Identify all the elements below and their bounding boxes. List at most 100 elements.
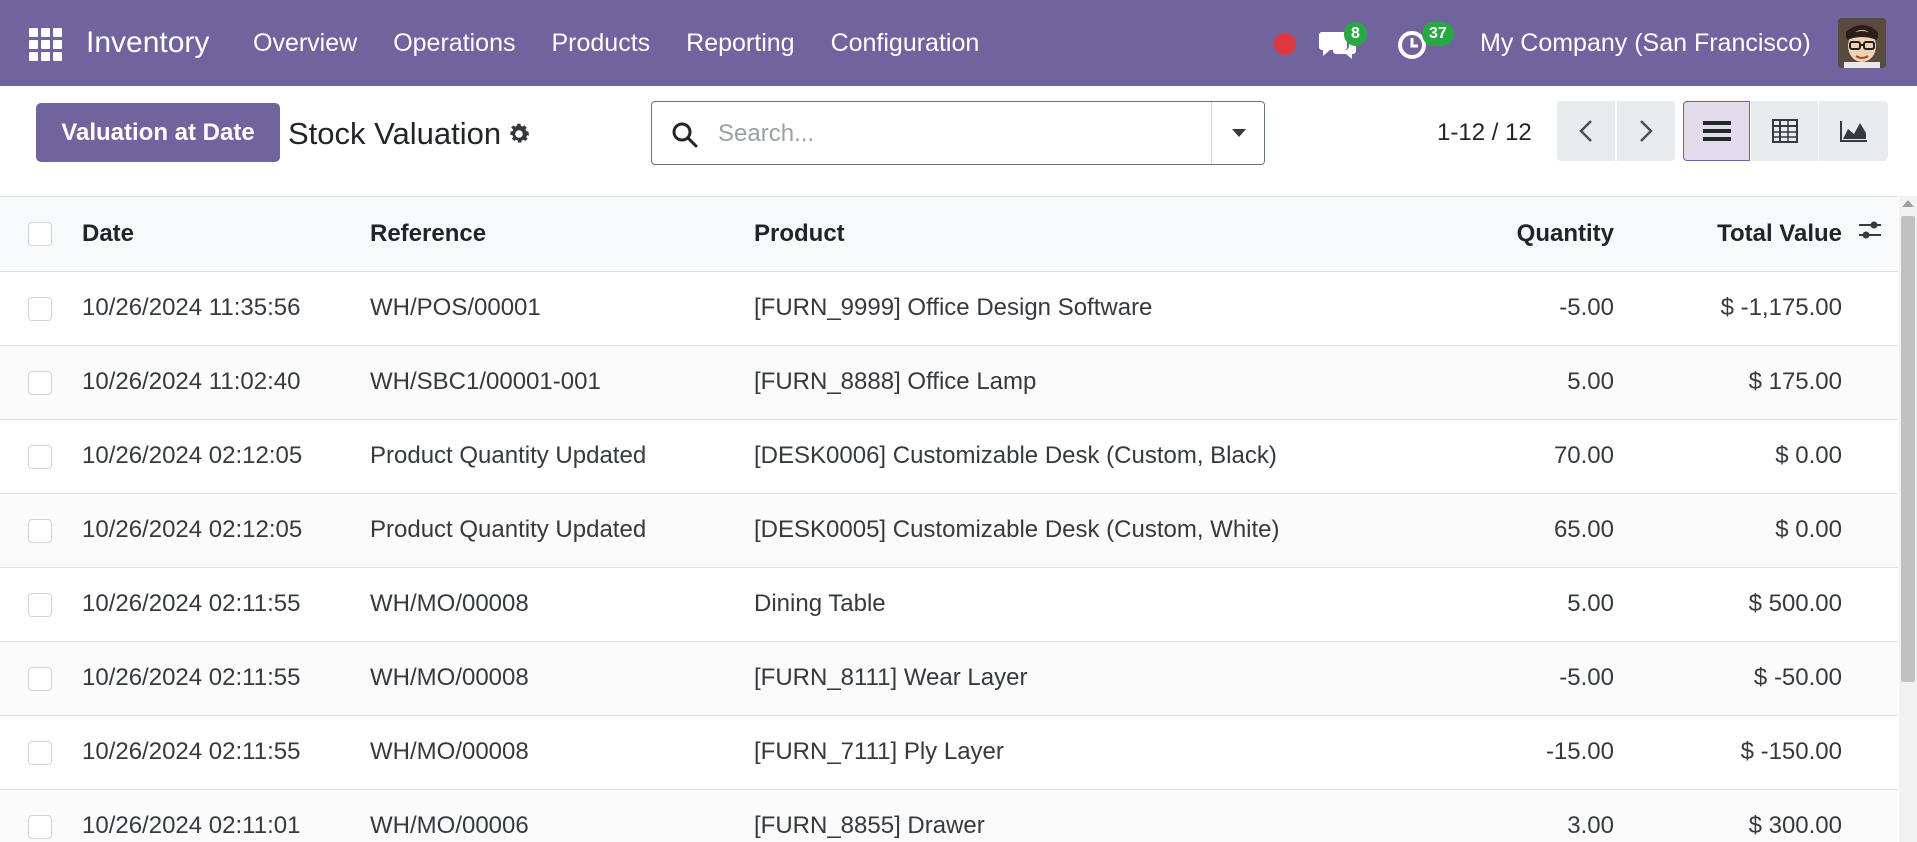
column-header-date[interactable]: Date: [80, 197, 370, 272]
user-avatar-icon[interactable]: [1838, 18, 1886, 68]
cell-product: [FURN_8111] Wear Layer: [754, 641, 1334, 716]
optional-columns-toggle[interactable]: [1842, 197, 1898, 272]
cell-quantity: -15.00: [1334, 715, 1622, 790]
cell-reference: WH/MO/00008: [370, 567, 754, 642]
list-view-button[interactable]: [1683, 101, 1750, 161]
cell-total-value: $ -150.00: [1622, 715, 1842, 790]
row-select-cell: [0, 419, 80, 494]
row-select-cell: [0, 641, 80, 716]
row-checkbox[interactable]: [28, 666, 52, 691]
app-title[interactable]: Inventory: [86, 25, 209, 61]
cell-total-value: $ 0.00: [1622, 419, 1842, 494]
row-checkbox[interactable]: [28, 518, 52, 543]
row-select-cell: [0, 345, 80, 420]
row-checkbox[interactable]: [28, 814, 52, 839]
menu-operations[interactable]: Operations: [393, 26, 515, 60]
cell-quantity: 5.00: [1334, 567, 1622, 642]
cell-date: 10/26/2024 02:11:55: [80, 641, 370, 716]
graph-view-button[interactable]: [1819, 101, 1888, 161]
sliders-icon: [1859, 221, 1881, 239]
cell-reference: WH/POS/00001: [370, 271, 754, 346]
select-all-checkbox[interactable]: [28, 222, 52, 247]
table-row[interactable]: 10/26/2024 02:11:01 WH/MO/00006 [FURN_88…: [0, 789, 1898, 842]
cell-date: 10/26/2024 11:02:40: [80, 345, 370, 420]
table-row[interactable]: 10/26/2024 02:11:55 WH/MO/00008 Dining T…: [0, 567, 1898, 642]
cell-product: [FURN_7111] Ply Layer: [754, 715, 1334, 790]
row-select-cell: [0, 493, 80, 568]
cell-total-value: $ 500.00: [1622, 567, 1842, 642]
pivot-table-icon: [1771, 119, 1798, 143]
column-header-total-value[interactable]: Total Value: [1622, 197, 1842, 272]
pivot-view-button[interactable]: [1751, 101, 1818, 161]
cell-quantity: 3.00: [1334, 789, 1622, 842]
scrollbar-thumb[interactable]: [1901, 216, 1915, 682]
cell-reference: WH/SBC1/00001-001: [370, 345, 754, 420]
cell-spacer: [1842, 567, 1898, 642]
caret-down-icon: [1231, 129, 1246, 137]
table-header-row: Date Reference Product Quantity Total Va…: [0, 197, 1898, 272]
table-row[interactable]: 10/26/2024 02:12:05 Product Quantity Upd…: [0, 419, 1898, 494]
menu-reporting[interactable]: Reporting: [686, 26, 794, 60]
row-select-cell: [0, 789, 80, 842]
table-row[interactable]: 10/26/2024 11:02:40 WH/SBC1/00001-001 [F…: [0, 345, 1898, 420]
menu-products[interactable]: Products: [551, 26, 650, 60]
cell-total-value: $ -1,175.00: [1622, 271, 1842, 346]
gear-icon[interactable]: [506, 121, 532, 147]
row-checkbox[interactable]: [28, 444, 52, 469]
cell-quantity: -5.00: [1334, 271, 1622, 346]
valuation-table: Date Reference Product Quantity Total Va…: [0, 197, 1898, 842]
search-input[interactable]: [718, 112, 1198, 156]
list-view-icon: [1702, 121, 1731, 141]
recording-indicator-icon[interactable]: [1274, 33, 1296, 55]
cell-spacer: [1842, 493, 1898, 568]
column-header-reference[interactable]: Reference: [370, 197, 754, 272]
cell-product: [DESK0005] Customizable Desk (Custom, Wh…: [754, 493, 1334, 568]
breadcrumb-title: Stock Valuation: [288, 116, 502, 151]
top-navbar: Inventory Overview Operations Products R…: [0, 0, 1917, 86]
table-row[interactable]: 10/26/2024 02:12:05 Product Quantity Upd…: [0, 493, 1898, 568]
row-select-cell: [0, 567, 80, 642]
area-chart-icon: [1839, 121, 1867, 142]
table-row[interactable]: 10/26/2024 11:35:56 WH/POS/00001 [FURN_9…: [0, 271, 1898, 346]
row-checkbox[interactable]: [28, 296, 52, 321]
cell-product: [FURN_8855] Drawer: [754, 789, 1334, 842]
table-row[interactable]: 10/26/2024 02:11:55 WH/MO/00008 [FURN_81…: [0, 641, 1898, 716]
column-header-quantity[interactable]: Quantity: [1334, 197, 1622, 272]
pager-value[interactable]: 1-12 / 12: [1437, 117, 1532, 149]
table-row[interactable]: 10/26/2024 02:11:55 WH/MO/00008 [FURN_71…: [0, 715, 1898, 790]
row-checkbox[interactable]: [28, 592, 52, 617]
apps-grid-icon[interactable]: [29, 28, 63, 61]
cell-reference: Product Quantity Updated: [370, 419, 754, 494]
stock-valuation-list: Date Reference Product Quantity Total Va…: [0, 196, 1898, 842]
row-checkbox[interactable]: [28, 740, 52, 765]
company-switcher[interactable]: My Company (San Francisco): [1480, 26, 1811, 60]
cell-reference: Product Quantity Updated: [370, 493, 754, 568]
cell-total-value: $ 175.00: [1622, 345, 1842, 420]
vertical-scrollbar[interactable]: [1899, 196, 1917, 842]
menu-configuration[interactable]: Configuration: [831, 26, 980, 60]
select-all-cell: [0, 197, 80, 272]
cell-spacer: [1842, 419, 1898, 494]
column-header-product[interactable]: Product: [754, 197, 1334, 272]
cell-quantity: 5.00: [1334, 345, 1622, 420]
pager-next-button[interactable]: [1617, 101, 1675, 161]
search-icon: [672, 122, 698, 148]
chat-count-badge: 8: [1344, 22, 1367, 46]
row-select-cell: [0, 271, 80, 346]
cell-quantity: 65.00: [1334, 493, 1622, 568]
cell-date: 10/26/2024 02:12:05: [80, 419, 370, 494]
scroll-up-arrow-icon[interactable]: [1902, 200, 1914, 207]
menu-overview[interactable]: Overview: [253, 26, 357, 60]
cell-total-value: $ 300.00: [1622, 789, 1842, 842]
cell-spacer: [1842, 271, 1898, 346]
cell-spacer: [1842, 789, 1898, 842]
search-options-toggle[interactable]: [1211, 102, 1265, 164]
pager-previous-button[interactable]: [1557, 101, 1615, 161]
cell-date: 10/26/2024 02:11:55: [80, 567, 370, 642]
valuation-at-date-button[interactable]: Valuation at Date: [36, 103, 280, 162]
cell-product: Dining Table: [754, 567, 1334, 642]
chevron-left-icon: [1579, 120, 1592, 142]
cell-total-value: $ -50.00: [1622, 641, 1842, 716]
row-checkbox[interactable]: [28, 370, 52, 395]
main-menu: Overview Operations Products Reporting C…: [253, 26, 1015, 60]
